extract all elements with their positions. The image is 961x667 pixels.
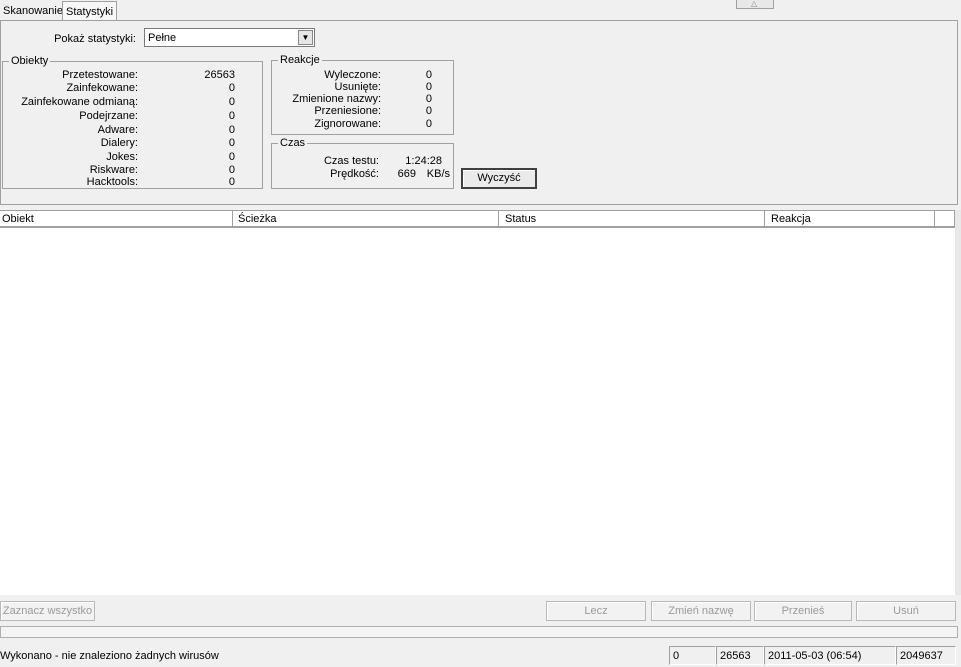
status-message: Wykonano - nie znaleziono żadnych wirusó…: [0, 650, 219, 662]
reaction-label: Usunięte:: [334, 81, 381, 93]
results-list[interactable]: Obiekt Ścieżka Status Reakcja: [0, 210, 955, 595]
status-scanned-count: 26563: [716, 646, 764, 665]
rename-button[interactable]: Zmień nazwę: [651, 601, 751, 621]
reaction-label: Wyleczone:: [324, 69, 381, 81]
reaction-value: 0: [425, 118, 432, 130]
speed-label: Prędkość:: [330, 168, 379, 180]
speed-unit: KB/s: [426, 168, 450, 180]
statistics-panel: Pokaż statystyki: Pełne ▼ Obiekty Przete…: [0, 20, 958, 205]
stat-label: Zainfekowane:: [66, 82, 138, 94]
stat-label: Hacktools:: [86, 176, 138, 188]
stat-value: 0: [228, 110, 235, 122]
reactions-group-title: Reakcje: [278, 54, 322, 66]
stat-value: 0: [228, 124, 235, 136]
tab-skanowanie[interactable]: Skanowanie: [0, 1, 66, 21]
time-group-title: Czas: [278, 137, 308, 149]
stat-value: 0: [228, 151, 235, 163]
objects-group-title: Obiekty: [9, 55, 51, 67]
status-size: 2049637: [896, 646, 956, 665]
stat-label: Dialery:: [100, 137, 138, 149]
show-stats-value: Pełne: [148, 32, 177, 44]
column-header-filler: [935, 211, 955, 228]
stat-label: Adware:: [97, 124, 138, 136]
column-header-path[interactable]: Ścieżka: [233, 211, 499, 228]
test-time-value: 1:24:28: [405, 155, 442, 167]
collapse-handle[interactable]: △: [736, 0, 774, 9]
stat-value: 0: [228, 164, 235, 176]
status-infected-count: 0: [669, 646, 716, 665]
reaction-value: 0: [425, 105, 432, 117]
stat-value: 0: [228, 96, 235, 108]
reaction-value: 0: [425, 81, 432, 93]
status-datetime: 2011-05-03 (06:54): [764, 646, 896, 665]
chevron-up-icon: △: [751, 0, 758, 8]
stat-label: Jokes:: [106, 151, 138, 163]
chevron-down-icon[interactable]: ▼: [298, 30, 313, 45]
stat-label: Podejrzane:: [79, 110, 138, 122]
stat-value: 26563: [204, 69, 235, 81]
objects-group: Obiekty Przetestowane: 26563 Zainfekowan…: [2, 55, 263, 189]
reaction-value: 0: [425, 69, 432, 81]
reaction-label: Przeniesione:: [314, 105, 381, 117]
clear-button[interactable]: Wyczyść: [461, 168, 537, 189]
scan-progress-bar: [0, 626, 958, 638]
column-header-object[interactable]: Obiekt: [0, 211, 233, 228]
show-stats-select[interactable]: Pełne ▼: [144, 28, 315, 47]
stat-label: Riskware:: [89, 164, 138, 176]
stat-label: Zainfekowane odmianą:: [21, 96, 138, 108]
show-stats-label: Pokaż statystyki:: [54, 33, 136, 45]
stat-label: Przetestowane:: [62, 69, 138, 81]
speed-value: 669: [397, 168, 416, 180]
cure-button[interactable]: Lecz: [546, 601, 646, 621]
stat-value: 0: [228, 176, 235, 188]
stat-value: 0: [228, 82, 235, 94]
stat-value: 0: [228, 137, 235, 149]
delete-button[interactable]: Usuń: [856, 601, 956, 621]
column-header-reaction[interactable]: Reakcja: [765, 211, 935, 228]
move-button[interactable]: Przenieś: [754, 601, 852, 621]
select-all-button[interactable]: Zaznacz wszystko: [0, 601, 95, 621]
list-scrollbar[interactable]: [955, 210, 961, 595]
reaction-label: Zmienione nazwy:: [292, 93, 381, 105]
reaction-label: Zignorowane:: [314, 118, 381, 130]
reactions-group: Reakcje Wyleczone: 0 Usunięte: 0 Zmienio…: [271, 54, 454, 135]
time-group: Czas Czas testu: 1:24:28 Prędkość: 669 K…: [271, 137, 454, 189]
test-time-label: Czas testu:: [323, 155, 379, 167]
reaction-value: 0: [425, 93, 432, 105]
column-header-status[interactable]: Status: [499, 211, 765, 228]
